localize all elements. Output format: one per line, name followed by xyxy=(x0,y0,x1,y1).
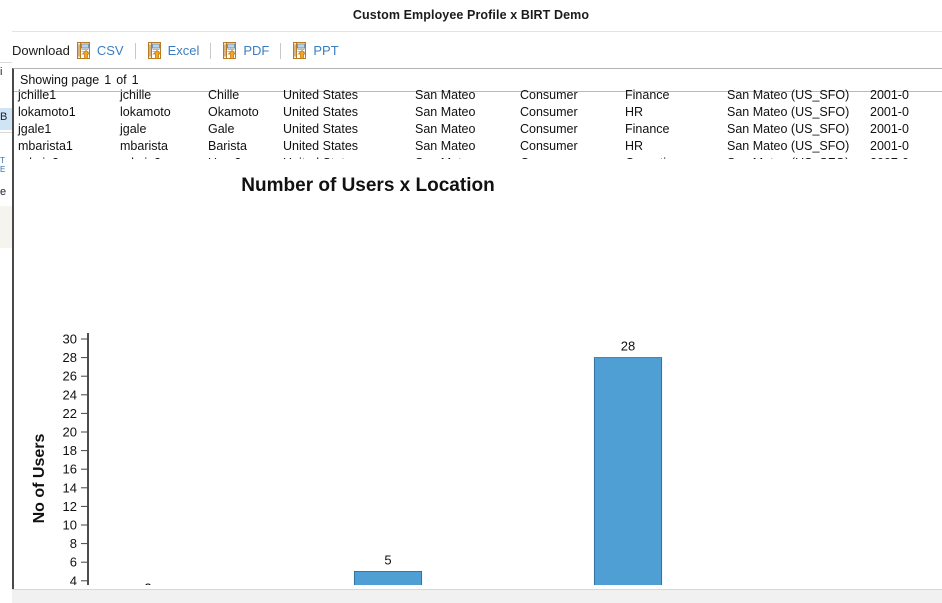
page-indicator-of: of xyxy=(116,73,127,87)
table-cell: Gale xyxy=(208,122,235,136)
y-axis-tick-label: 10 xyxy=(63,518,77,533)
table-cell: mbarista1 xyxy=(18,139,73,153)
table-cell: jgale xyxy=(120,122,147,136)
download-excel-label: Excel xyxy=(167,43,200,58)
download-pdf-label: PDF xyxy=(243,43,270,58)
table-cell: 2001-0 xyxy=(870,105,909,119)
y-axis-tick-label: 22 xyxy=(63,406,77,421)
table-cell: Finance xyxy=(625,122,670,136)
sidebar-fragment-text: B xyxy=(0,111,8,123)
bar-value-label: 5 xyxy=(384,553,391,568)
toolbar-separator xyxy=(280,42,282,59)
download-excel-button[interactable]: Excel xyxy=(145,42,202,59)
report-table-viewport: jchille1 jchille Chille United States San Ma… xyxy=(14,87,942,159)
sidebar-fragment-text: e xyxy=(0,186,7,198)
table-row: jchille1 jchille Chille United States San Ma… xyxy=(14,87,942,104)
sidebar-divider xyxy=(0,132,12,133)
sidebar-fragment-text: T xyxy=(0,156,5,165)
table-cell: United States xyxy=(283,139,359,153)
download-csv-button[interactable]: CSV xyxy=(74,42,126,59)
status-footer xyxy=(0,589,942,603)
employee-table: jchille1 jchille Chille United States San Ma… xyxy=(14,87,942,159)
y-axis-tick-label: 8 xyxy=(70,536,77,551)
chart-container: Number of Users x Location 0246810121416… xyxy=(14,159,942,585)
download-csv-label: CSV xyxy=(96,43,124,58)
table-cell: San Mateo xyxy=(415,139,476,153)
table-cell: jgale1 xyxy=(18,122,52,136)
table-row: mbarista1 mbarista Barista United States San… xyxy=(14,138,942,155)
toolbar-separator xyxy=(134,42,136,59)
page-indicator-current: 1 xyxy=(104,73,112,87)
table-cell: United States xyxy=(283,105,359,119)
table-cell: Okamoto xyxy=(208,105,259,119)
table-cell: San Mateo (US_SFO) xyxy=(727,88,850,102)
window-titlebar: Custom Employee Profile x BIRT Demo xyxy=(12,0,942,32)
download-ppt-button[interactable]: PPT xyxy=(290,42,340,59)
y-axis-tick-label: 28 xyxy=(63,350,77,365)
table-cell: Consumer xyxy=(520,88,578,102)
table-cell: San Mateo (US_SFO) xyxy=(727,139,850,153)
table-cell: HR xyxy=(625,105,644,119)
table-cell: HR xyxy=(625,139,644,153)
table-cell: 2001-0 xyxy=(870,139,909,153)
bar xyxy=(353,571,423,585)
table-cell: Chille xyxy=(208,88,240,102)
download-toolbar: Download CSV Excel PDF PPT xyxy=(12,33,942,68)
bar-value-label: 28 xyxy=(621,339,635,354)
y-axis-tick-label: 14 xyxy=(63,480,77,495)
left-sidebar-clipped[interactable]: i B T E e xyxy=(0,0,12,603)
y-axis-tick-label: 4 xyxy=(70,573,77,585)
document-export-icon xyxy=(147,42,162,59)
table-cell: Consumer xyxy=(520,122,578,136)
table-cell: San Mateo (US_SFO) xyxy=(727,105,850,119)
table-cell: Consumer xyxy=(520,105,578,119)
bar xyxy=(593,357,663,585)
y-axis-tick-label: 30 xyxy=(63,332,77,347)
table-cell: 2001-0 xyxy=(870,88,909,102)
table-cell: 2001-0 xyxy=(870,122,909,136)
report-viewer-window: i B T E e Custom Employee Profile x BIRT… xyxy=(0,0,942,603)
y-axis-tick-label: 16 xyxy=(63,462,77,477)
y-axis-tick-label: 24 xyxy=(63,387,77,402)
toolbar-separator xyxy=(210,42,212,59)
document-export-icon xyxy=(223,42,237,59)
report-panel: Showing page 1 of 1 jchille1 jchille Chill… xyxy=(12,68,942,589)
sidebar-fragment-text: i xyxy=(0,66,3,78)
document-export-icon xyxy=(293,42,307,59)
download-label: Download xyxy=(12,43,70,58)
sidebar-band xyxy=(0,206,12,248)
y-axis-title: No of Users xyxy=(31,434,48,524)
table-cell: United States xyxy=(283,88,359,102)
table-cell: jchille1 xyxy=(18,88,57,102)
y-axis-tick-label: 26 xyxy=(63,369,77,384)
table-cell: San Mateo (US_SFO) xyxy=(727,122,850,136)
sidebar-divider xyxy=(0,62,12,63)
page-indicator-total: 1 xyxy=(131,73,139,87)
y-axis-tick-label: 18 xyxy=(63,443,77,458)
y-axis-tick-label: 12 xyxy=(63,499,77,514)
table-cell: mbarista xyxy=(120,139,168,153)
document-export-icon xyxy=(76,42,91,59)
y-axis-tick-label: 6 xyxy=(70,555,77,570)
table-cell: Consumer xyxy=(520,139,578,153)
table-row: lokamoto1 lokamoto Okamoto United States San… xyxy=(14,104,942,121)
table-cell: jchille xyxy=(120,88,152,102)
table-row: jgale1 jgale Gale United States San Mateo Con… xyxy=(14,121,942,138)
page-indicator-prefix: Showing page xyxy=(20,73,100,87)
table-cell: San Mateo xyxy=(415,105,476,119)
download-pdf-button[interactable]: PDF xyxy=(220,42,271,59)
table-cell: lokamoto xyxy=(120,105,171,119)
table-cell: lokamoto1 xyxy=(18,105,76,119)
table-cell: United States xyxy=(283,122,359,136)
sidebar-fragment-text: E xyxy=(0,165,6,174)
bar-chart: 024681012141618202224262830No of Users2B… xyxy=(31,332,663,585)
table-cell: Barista xyxy=(208,139,247,153)
table-cell: San Mateo xyxy=(415,88,476,102)
window-title: Custom Employee Profile x BIRT Demo xyxy=(352,8,590,22)
table-cell: San Mateo xyxy=(415,122,476,136)
bar-value-label: 2 xyxy=(144,580,151,585)
download-ppt-label: PPT xyxy=(313,43,339,58)
table-cell: Finance xyxy=(625,88,670,102)
y-axis-tick-label: 20 xyxy=(63,425,77,440)
